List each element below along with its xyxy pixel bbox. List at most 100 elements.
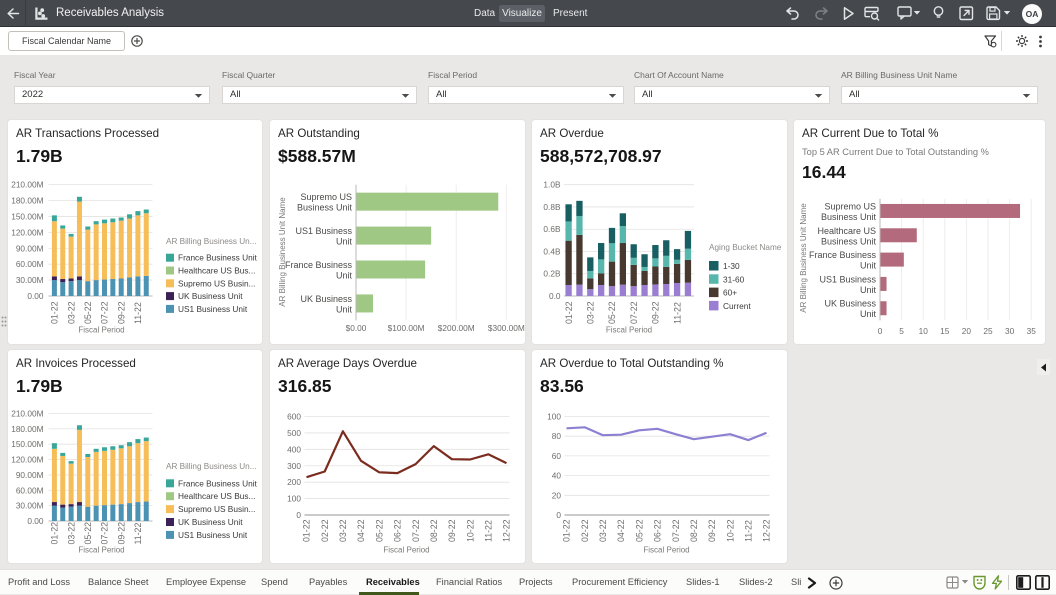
svg-text:300: 300 [287,461,301,471]
svg-text:Fiscal Period: Fiscal Period [78,546,124,555]
svg-text:60.00M: 60.00M [16,259,44,269]
svg-text:1.0B: 1.0B [543,180,561,190]
svg-text:Healthcare US Bus...: Healthcare US Bus... [178,491,255,501]
svg-text:AR Billing Business Un...: AR Billing Business Un... [166,237,257,246]
svg-text:Fiscal Period: Fiscal Period [606,326,652,335]
svg-text:03-22: 03-22 [586,301,596,324]
svg-text:01-22: 01-22 [562,519,572,542]
svg-text:02-22: 02-22 [580,519,590,542]
svg-text:0.2B: 0.2B [543,269,561,279]
svg-text:150.00M: 150.00M [11,439,43,449]
svg-text:90.00M: 90.00M [16,470,44,480]
svg-text:02-22: 02-22 [320,519,330,542]
svg-text:12-22: 12-22 [762,519,772,542]
svg-text:0.00: 0.00 [27,516,44,526]
svg-text:03-22: 03-22 [598,519,608,542]
svg-text:11-22: 11-22 [672,302,682,324]
svg-text:600: 600 [287,412,301,422]
svg-text:03-22: 03-22 [66,301,76,324]
svg-text:40: 40 [552,471,562,481]
svg-text:180.00M: 180.00M [11,196,43,206]
svg-text:France Business: France Business [809,250,877,260]
svg-text:01-22: 01-22 [564,301,574,324]
svg-text:0: 0 [878,326,883,336]
svg-text:Supremo US: Supremo US [300,192,352,202]
svg-text:15: 15 [940,326,950,336]
svg-text:Supremo US Busin...: Supremo US Busin... [178,504,255,514]
svg-text:US1 Business: US1 Business [295,226,352,236]
svg-text:09-22: 09-22 [116,301,126,324]
svg-text:20: 20 [962,326,972,336]
svg-text:AR Billing Business Unit Name: AR Billing Business Unit Name [278,197,287,307]
svg-text:30.00M: 30.00M [16,275,44,285]
svg-text:0: 0 [296,510,301,520]
svg-text:Business Unit: Business Unit [821,236,877,246]
svg-text:20: 20 [552,490,562,500]
svg-text:80: 80 [552,431,562,441]
svg-text:Aging Bucket Name: Aging Bucket Name [709,243,782,252]
svg-text:400: 400 [287,444,301,454]
svg-text:06-22: 06-22 [393,519,403,542]
svg-text:01-22: 01-22 [50,522,60,545]
svg-text:05-22: 05-22 [634,519,644,542]
svg-text:150.00M: 150.00M [11,211,43,221]
svg-text:200: 200 [287,477,301,487]
svg-text:500: 500 [287,428,301,438]
svg-text:Fiscal Period: Fiscal Period [643,546,689,555]
svg-text:11-22: 11-22 [133,302,143,324]
svg-text:08-22: 08-22 [689,519,699,542]
svg-text:25: 25 [983,326,993,336]
svg-text:Supremo US Busin...: Supremo US Busin... [178,278,255,288]
svg-text:Unit: Unit [336,304,353,314]
svg-text:0.00: 0.00 [27,291,44,301]
svg-text:US1 Business: US1 Business [819,274,876,284]
svg-text:07-22: 07-22 [671,519,681,542]
svg-text:11-22: 11-22 [484,520,494,542]
svg-text:Business Unit: Business Unit [821,212,877,222]
svg-text:10-22: 10-22 [465,519,475,542]
svg-text:05-22: 05-22 [83,522,93,545]
svg-text:$200.00M: $200.00M [438,323,475,333]
svg-text:AR Billing Business Un...: AR Billing Business Un... [166,462,257,471]
svg-text:07-22: 07-22 [100,522,110,545]
svg-text:100: 100 [547,412,561,422]
svg-text:100: 100 [287,494,301,504]
svg-text:05-22: 05-22 [374,519,384,542]
svg-text:30: 30 [1005,326,1015,336]
svg-text:07-22: 07-22 [100,301,110,324]
svg-text:60: 60 [552,451,562,461]
svg-text:US1 Business Unit: US1 Business Unit [178,304,248,314]
svg-text:AR Billing Business Unit Name: AR Billing Business Unit Name [799,203,808,313]
svg-text:UK Business Unit: UK Business Unit [178,517,243,527]
svg-text:Unit: Unit [336,237,353,247]
svg-text:210.00M: 210.00M [11,409,43,419]
svg-text:60.00M: 60.00M [16,485,44,495]
svg-text:35: 35 [1027,326,1037,336]
svg-text:03-22: 03-22 [338,519,348,542]
svg-text:04-22: 04-22 [616,519,626,542]
svg-text:1-30: 1-30 [723,261,740,271]
svg-text:03-22: 03-22 [66,522,76,545]
svg-text:11-22: 11-22 [133,523,143,545]
svg-text:Fiscal Period: Fiscal Period [383,546,429,555]
svg-text:0.8B: 0.8B [543,202,561,212]
svg-text:04-22: 04-22 [356,519,366,542]
svg-text:90.00M: 90.00M [16,243,44,253]
svg-text:12-22: 12-22 [502,519,512,542]
svg-text:11-22: 11-22 [744,520,754,542]
svg-text:Supremo US: Supremo US [824,202,876,212]
svg-text:30.00M: 30.00M [16,501,44,511]
svg-text:210.00M: 210.00M [11,180,43,190]
svg-text:10-22: 10-22 [725,519,735,542]
svg-text:0: 0 [556,510,561,520]
svg-text:05-22: 05-22 [607,301,617,324]
svg-text:France Business: France Business [285,260,353,270]
svg-text:UK Business: UK Business [300,294,352,304]
svg-text:09-22: 09-22 [707,519,717,542]
svg-text:06-22: 06-22 [653,519,663,542]
svg-text:5: 5 [899,326,904,336]
svg-text:120.00M: 120.00M [11,227,43,237]
svg-text:$300.00M: $300.00M [488,323,525,333]
svg-text:Unit: Unit [336,271,353,281]
svg-text:09-22: 09-22 [651,301,661,324]
